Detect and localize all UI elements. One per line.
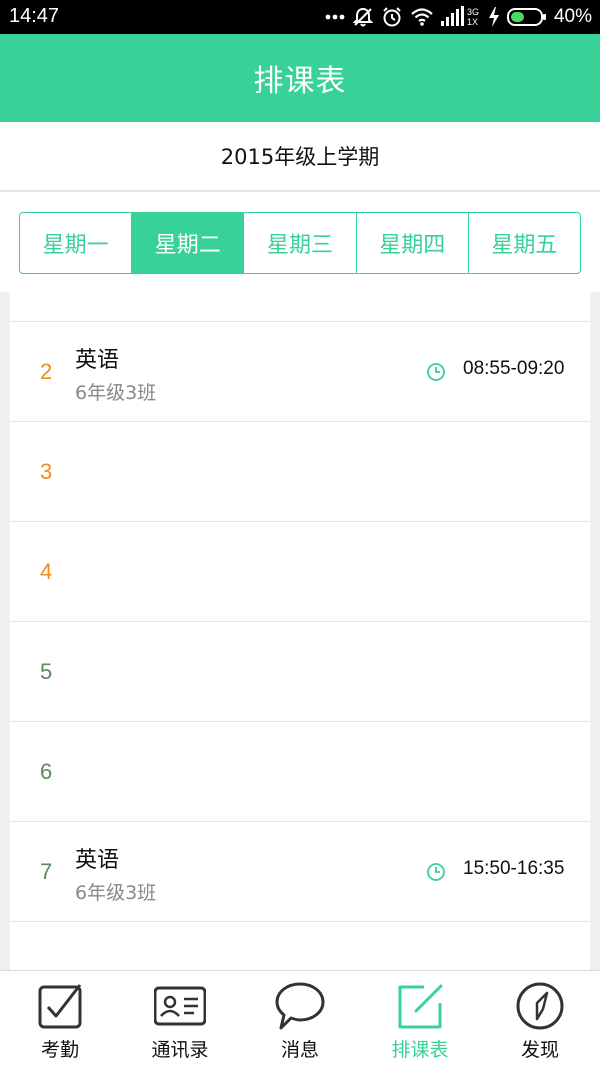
signal-icon: 3G 1X [440,6,479,27]
nav-contacts[interactable]: 通讯录 [120,971,240,1067]
nav-label-messages: 消息 [280,1039,319,1061]
checkbox-icon [38,984,82,1029]
tab-monday[interactable]: 星期一 [20,213,133,273]
term-label: 2015年级上学期 [220,145,380,169]
list-item[interactable]: 6 [10,722,590,822]
nav-attendance[interactable]: 考勤 [0,971,120,1067]
course-name: 英语 [75,348,120,373]
network-3g-label: 3G [467,7,479,17]
compass-icon [516,982,564,1030]
period-number: 2 [40,359,53,384]
list-item[interactable] [10,922,590,970]
day-tabs: 星期一 星期二 星期三 星期四 星期五 [19,212,581,274]
period-number: 5 [40,659,53,684]
tab-thursday[interactable]: 星期四 [357,213,469,273]
list-item[interactable]: 5 [10,622,590,722]
period-number: 6 [40,759,53,784]
list-item[interactable]: 3 [10,422,590,522]
bottom-nav: 考勤 通讯录 消息 排课表 发现 [0,970,600,1067]
course-name: 英语 [75,848,120,873]
nav-discover[interactable]: 发现 [480,971,600,1067]
nav-label-attendance: 考勤 [40,1039,79,1061]
list-item[interactable] [10,292,590,322]
more-dots-icon [325,14,345,20]
clock-icon [427,863,445,881]
app-header: 排课表 [0,34,600,122]
course-class: 6年级3班 [75,382,157,404]
course-class: 6年级3班 [75,882,157,904]
clock-icon [427,363,445,381]
nav-messages[interactable]: 消息 [240,971,360,1067]
nav-label-discover: 发现 [520,1039,559,1061]
edit-schedule-icon [398,984,443,1029]
schedule-list: 2 英语 6年级3班 08:55-09:20 3 4 5 6 7 英语 6年级3… [10,292,590,970]
charging-icon [488,7,499,27]
tab-tuesday[interactable]: 星期二 [132,213,245,273]
chat-bubble-icon [275,982,325,1030]
alarm-icon [383,7,401,27]
tab-wednesday[interactable]: 星期三 [244,213,357,273]
status-bar: 14:47 3G 1X 40% [0,0,600,34]
term-bar[interactable]: 2015年级上学期 [0,122,600,192]
list-item[interactable]: 4 [10,522,590,622]
list-item[interactable]: 2 英语 6年级3班 08:55-09:20 [10,322,590,422]
network-1x-label: 1X [467,17,478,27]
period-number: 4 [40,559,53,584]
schedule-area[interactable]: 2 英语 6年级3班 08:55-09:20 3 4 5 6 7 英语 6年级3… [0,292,600,970]
status-time: 14:47 [9,5,60,27]
period-number: 7 [40,859,53,884]
nav-label-schedule: 排课表 [391,1039,449,1061]
wifi-icon [411,8,433,26]
nav-label-contacts: 通讯录 [151,1039,209,1061]
course-time: 08:55-09:20 [463,358,565,379]
battery-percentage: 40% [553,6,592,27]
status-icons: 3G 1X 40% [325,4,592,30]
nav-schedule[interactable]: 排课表 [360,971,480,1067]
page-title: 排课表 [253,64,347,99]
course-time: 15:50-16:35 [463,858,565,879]
period-number: 3 [40,459,53,484]
contact-card-icon [154,986,206,1026]
silent-icon [352,7,374,27]
battery-icon [506,8,546,26]
tab-friday[interactable]: 星期五 [469,213,580,273]
list-item[interactable]: 7 英语 6年级3班 15:50-16:35 [10,822,590,922]
